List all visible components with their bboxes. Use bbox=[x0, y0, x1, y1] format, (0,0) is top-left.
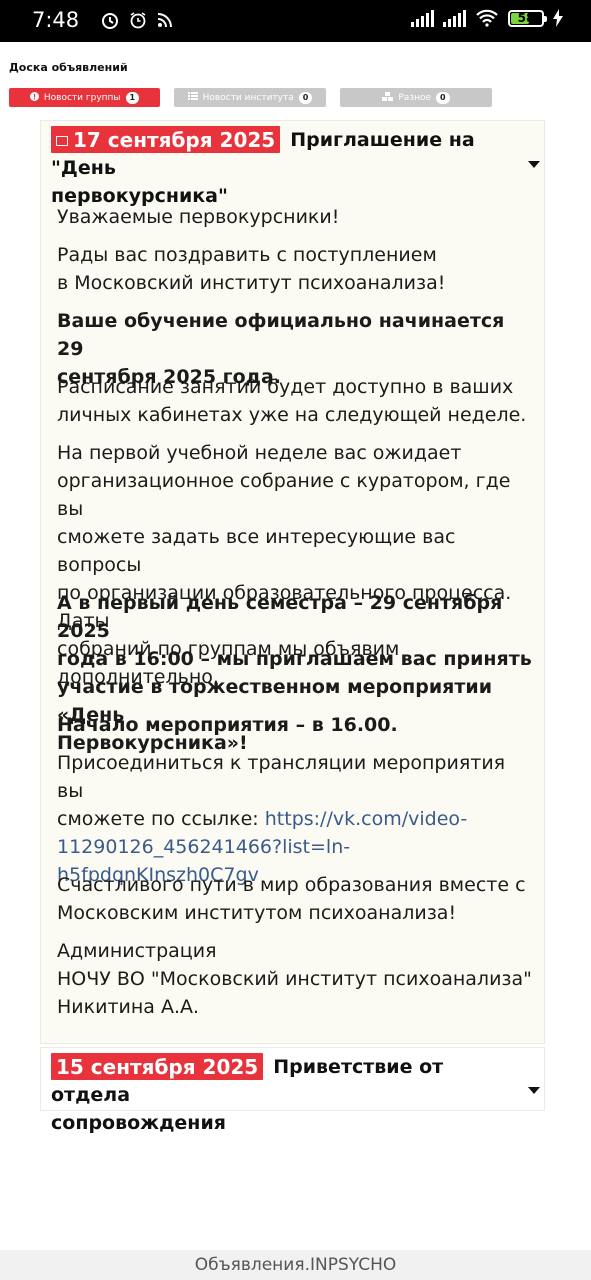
text-line: На первой учебной неделе вас ожидает bbox=[57, 442, 462, 464]
tab-institute-news[interactable]: Новости института 0 bbox=[174, 88, 326, 107]
announcement-title-cont: сопровождения bbox=[51, 1112, 226, 1134]
text-line: организационное собрание с куратором, гд… bbox=[57, 470, 511, 520]
announcement-date: 17 сентября 2025 bbox=[73, 128, 276, 152]
link-text[interactable]: 11290126_456241466?list=ln- bbox=[57, 836, 350, 858]
paragraph: Счастливого пути в мир образования вмест… bbox=[57, 871, 537, 927]
alarm-clock-icon bbox=[130, 12, 146, 29]
wifi-icon bbox=[476, 9, 498, 27]
rss-icon bbox=[157, 13, 172, 28]
tab-misc[interactable]: Разное 0 bbox=[340, 88, 492, 107]
text-line: НОЧУ ВО "Московский институт психоанализ… bbox=[57, 968, 532, 990]
text-line: личных кабинетах уже на следующей неделе… bbox=[57, 404, 527, 426]
tab-label: Новости группы bbox=[43, 92, 121, 103]
paragraph: Рады вас поздравить с поступлением в Мос… bbox=[57, 241, 537, 297]
announcement-header[interactable]: 17 сентября 2025 Приглашение на "День пер… bbox=[41, 121, 544, 210]
greeting: Уважаемые первокурсники! bbox=[57, 206, 340, 228]
envelope-icon bbox=[56, 135, 68, 146]
charging-icon bbox=[553, 9, 563, 27]
exclamation-icon bbox=[29, 91, 39, 104]
notification-icons bbox=[100, 10, 174, 30]
announcement-date: 15 сентября 2025 bbox=[51, 1053, 264, 1080]
text-line: в Московский институт психоанализа! bbox=[57, 272, 446, 294]
text-line: сможете задать все интересующие вас вопр… bbox=[57, 526, 456, 576]
date-badge: 17 сентября 2025 bbox=[51, 126, 281, 153]
announcement-card[interactable]: 15 сентября 2025 Приветствие от отдела со… bbox=[40, 1047, 545, 1134]
announcement-card: 17 сентября 2025 Приглашение на "День пер… bbox=[40, 120, 545, 1044]
text-line: А в первый день семестра – 29 сентября 2… bbox=[57, 592, 503, 642]
signal-icon bbox=[411, 9, 434, 27]
count-badge: 0 bbox=[436, 91, 450, 104]
system-icons: 58 bbox=[411, 9, 563, 27]
signal-icon bbox=[443, 9, 466, 27]
text-line: Никитина А.А. bbox=[57, 996, 200, 1018]
tab-label: Разное bbox=[398, 92, 432, 103]
text-line: Рады вас поздравить с поступлением bbox=[57, 244, 437, 266]
paragraph-bold: Начало мероприятия – в 16.00. bbox=[57, 714, 398, 736]
board-title: Доска объявлений bbox=[9, 61, 128, 74]
paragraph: Расписание занятий будет доступно в ваши… bbox=[57, 373, 537, 429]
link-text[interactable]: https://vk.com/video- bbox=[265, 808, 467, 830]
footer-label: Объявления.INPSYCHO bbox=[0, 1250, 591, 1280]
alarm-face-icon bbox=[102, 13, 118, 29]
announcement-header[interactable]: 15 сентября 2025 Приветствие от отдела со… bbox=[41, 1048, 544, 1137]
text-line: Присоединиться к трансляции мероприятия … bbox=[57, 752, 506, 802]
text-line: Администрация bbox=[57, 940, 217, 962]
text-line: Расписание занятий будет доступно в ваши… bbox=[57, 376, 514, 398]
battery-icon: 58 bbox=[508, 9, 547, 27]
text-line: Счастливого пути в мир образования вмест… bbox=[57, 874, 526, 896]
text-line: года в 16:00 – мы приглашаем вас принять bbox=[57, 648, 532, 670]
collapse-chevron-icon[interactable] bbox=[528, 161, 540, 168]
expand-chevron-icon[interactable] bbox=[528, 1087, 540, 1094]
text-line: Ваше обучение официально начинается 29 bbox=[57, 310, 505, 360]
count-badge: 1 bbox=[125, 91, 140, 104]
count-badge: 0 bbox=[298, 91, 313, 104]
cubes-icon bbox=[382, 91, 394, 104]
paragraph: Присоединиться к трансляции мероприятия … bbox=[57, 749, 537, 889]
text-line: Московским институтом психоанализа! bbox=[57, 902, 457, 924]
text-line: сможете по ссылке: bbox=[57, 808, 265, 830]
battery-level: 58 bbox=[517, 11, 535, 25]
tab-bar: Новости группы 1 Новости института 0 Раз… bbox=[9, 88, 492, 107]
list-icon bbox=[187, 92, 198, 103]
signature: Администрация НОЧУ ВО "Московский инстит… bbox=[57, 937, 537, 1021]
tab-group-news[interactable]: Новости группы 1 bbox=[9, 88, 160, 107]
status-bar: 7:48 58 bbox=[0, 0, 591, 42]
tab-label: Новости института bbox=[202, 92, 294, 103]
clock: 7:48 bbox=[32, 8, 80, 32]
